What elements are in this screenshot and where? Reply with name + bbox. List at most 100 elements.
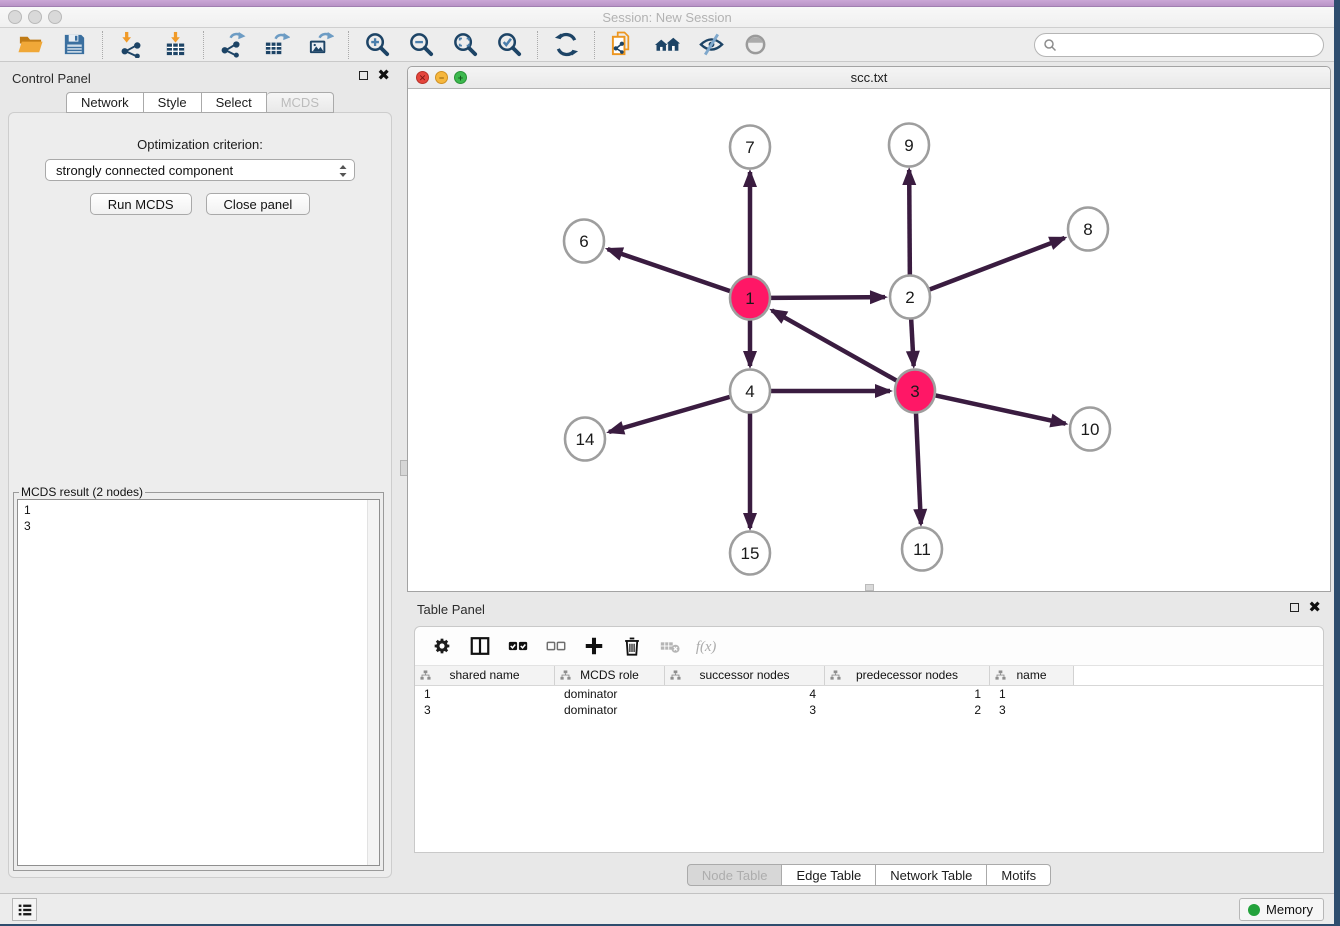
close-panel-button[interactable]: ✖	[377, 71, 390, 80]
tab-network-table[interactable]: Network Table	[876, 864, 987, 886]
graph-node-label: 6	[579, 232, 588, 251]
zoom-in-button[interactable]	[362, 30, 392, 60]
hide-network-button[interactable]	[696, 30, 726, 60]
graph-node-9[interactable]: 9	[889, 124, 929, 167]
table-cell[interactable]: 3	[665, 702, 825, 718]
float-panel-button[interactable]	[359, 71, 368, 80]
plus-icon	[583, 635, 605, 657]
tab-select[interactable]: Select	[202, 92, 267, 113]
export-image-button[interactable]	[305, 30, 335, 60]
graph-node-label: 7	[745, 138, 754, 157]
tab-motifs[interactable]: Motifs	[987, 864, 1051, 886]
graph-node-2[interactable]: 2	[890, 276, 930, 319]
export-network-icon	[219, 31, 246, 58]
memory-button[interactable]: Memory	[1239, 898, 1324, 921]
network-graph[interactable]: 1 2 3 4 6 7 8 9 10 11 14 15	[408, 89, 1330, 591]
graph-node-1[interactable]: 1	[730, 277, 770, 320]
apply-layout-button[interactable]	[551, 30, 581, 60]
show-network-button[interactable]	[740, 30, 770, 60]
table-cell[interactable]: 4	[665, 686, 825, 702]
graph-node-14[interactable]: 14	[565, 418, 605, 461]
table-cell[interactable]: 1	[825, 686, 990, 702]
zoom-fit-button[interactable]	[450, 30, 480, 60]
select-all-columns-button[interactable]	[505, 634, 531, 658]
tab-style[interactable]: Style	[144, 92, 202, 113]
table-cell[interactable]: 3	[990, 702, 1074, 718]
graph-node-11[interactable]: 11	[902, 528, 942, 571]
graph-edge-1-6[interactable]	[608, 249, 730, 291]
mcds-result-list[interactable]: 13	[17, 499, 380, 866]
control-panel-tabs: NetworkStyleSelectMCDS	[0, 92, 400, 113]
graph-edge-2-9[interactable]	[909, 170, 910, 276]
duplicate-network-button[interactable]	[608, 30, 638, 60]
network-window-titlebar[interactable]: ✕ − + scc.txt	[408, 67, 1330, 89]
result-item[interactable]: 1	[24, 502, 379, 518]
graph-edge-3-10[interactable]	[936, 395, 1066, 423]
task-history-button[interactable]	[12, 898, 37, 921]
search-box[interactable]	[1034, 33, 1324, 57]
graph-node-6[interactable]: 6	[564, 220, 604, 263]
table-cell[interactable]: dominator	[555, 702, 665, 718]
export-network-button[interactable]	[217, 30, 247, 60]
import-table-button[interactable]	[160, 30, 190, 60]
table-row[interactable]: 3dominator323	[415, 702, 1323, 718]
table-settings-button[interactable]	[429, 634, 455, 658]
close-table-panel-button[interactable]: ✖	[1308, 603, 1321, 612]
delete-table-button[interactable]	[657, 634, 683, 658]
network-canvas[interactable]: 1 2 3 4 6 7 8 9 10 11 14 15	[408, 89, 1330, 591]
panel-mode-button[interactable]	[467, 634, 493, 658]
float-table-panel-button[interactable]	[1290, 603, 1299, 612]
tab-mcds[interactable]: MCDS	[267, 92, 334, 113]
column-header-shared-name[interactable]: shared name	[415, 666, 555, 685]
graph-node-15[interactable]: 15	[730, 532, 770, 575]
save-session-button[interactable]	[59, 30, 89, 60]
table-cell[interactable]: 3	[415, 702, 555, 718]
graph-node-label: 1	[745, 289, 754, 308]
canvas-resize-grip[interactable]	[865, 584, 874, 591]
table-row[interactable]: 1dominator411	[415, 686, 1323, 702]
column-header-predecessor-nodes[interactable]: predecessor nodes	[825, 666, 990, 685]
zoom-selected-button[interactable]	[494, 30, 524, 60]
table-cell[interactable]: dominator	[555, 686, 665, 702]
main-toolbar	[0, 28, 1334, 62]
delete-column-button[interactable]	[619, 634, 645, 658]
table-cell[interactable]: 2	[825, 702, 990, 718]
result-item[interactable]: 3	[24, 518, 379, 534]
search-input[interactable]	[1057, 36, 1323, 54]
zoom-out-icon	[408, 31, 435, 58]
run-mcds-button[interactable]: Run MCDS	[90, 193, 192, 215]
tab-node-table[interactable]: Node Table	[687, 864, 783, 886]
graph-edge-2-3[interactable]	[911, 318, 914, 366]
criterion-select[interactable]: strongly connected component	[45, 159, 355, 181]
open-file-button[interactable]	[15, 30, 45, 60]
column-header-name[interactable]: name	[990, 666, 1074, 685]
graph-node-8[interactable]: 8	[1068, 208, 1108, 251]
close-panel-button-inner[interactable]: Close panel	[206, 193, 311, 215]
graph-node-7[interactable]: 7	[730, 126, 770, 169]
column-header-MCDS-role[interactable]: MCDS role	[555, 666, 665, 685]
tab-edge-table[interactable]: Edge Table	[782, 864, 876, 886]
network-window-title: scc.txt	[408, 70, 1330, 85]
column-header-successor-nodes[interactable]: successor nodes	[665, 666, 825, 685]
import-network-button[interactable]	[116, 30, 146, 60]
table-cell[interactable]: 1	[415, 686, 555, 702]
graph-edge-1-2[interactable]	[771, 297, 885, 298]
first-neighbors-button[interactable]	[652, 30, 682, 60]
graph-edge-3-1[interactable]	[772, 310, 897, 380]
tab-network[interactable]: Network	[66, 92, 144, 113]
graph-edge-2-8[interactable]	[930, 238, 1065, 290]
vertical-splitter[interactable]	[400, 62, 407, 893]
table-cell[interactable]: 1	[990, 686, 1074, 702]
result-scrollbar[interactable]	[367, 500, 379, 865]
export-table-button[interactable]	[261, 30, 291, 60]
graph-node-3[interactable]: 3	[895, 370, 935, 413]
export-table-icon	[263, 31, 290, 58]
graph-edge-4-14[interactable]	[609, 397, 730, 432]
function-builder-button[interactable]: f(x)	[695, 634, 721, 658]
unselect-all-columns-button[interactable]	[543, 634, 569, 658]
graph-node-10[interactable]: 10	[1070, 408, 1110, 451]
zoom-out-button[interactable]	[406, 30, 436, 60]
add-column-button[interactable]	[581, 634, 607, 658]
graph-edge-3-11[interactable]	[916, 412, 921, 524]
graph-node-4[interactable]: 4	[730, 370, 770, 413]
